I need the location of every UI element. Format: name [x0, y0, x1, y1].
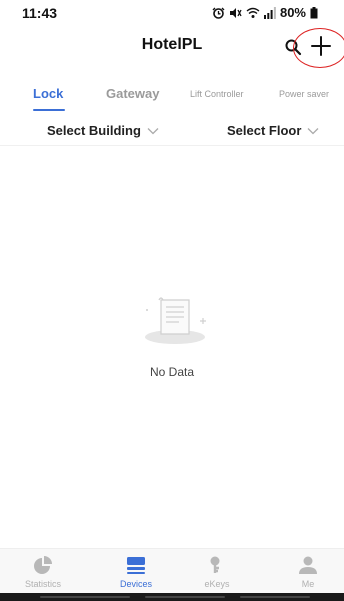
- status-bar: 11:43 80%: [0, 0, 344, 26]
- select-building-dropdown[interactable]: Select Building: [47, 123, 159, 138]
- nav-item-statistics[interactable]: Statistics: [3, 555, 83, 589]
- nav-item-me[interactable]: Me: [268, 555, 344, 589]
- nav-label: eKeys: [204, 579, 230, 589]
- wifi-icon: [246, 7, 260, 18]
- device-type-tabs: Lock Gateway Lift Controller Power saver: [0, 78, 344, 112]
- battery-icon: [310, 6, 318, 18]
- person-icon: [299, 556, 317, 574]
- search-icon[interactable]: [284, 38, 302, 56]
- battery-percent: 80%: [279, 5, 306, 20]
- system-icons: 80%: [212, 5, 318, 20]
- tab-power-saver[interactable]: Power saver: [279, 89, 329, 99]
- nav-item-devices[interactable]: Devices: [96, 555, 176, 589]
- pie-chart-icon: [34, 556, 52, 574]
- tab-gateway[interactable]: Gateway: [106, 86, 159, 101]
- bottom-nav: Statistics Devices eKeys Me: [0, 548, 344, 593]
- empty-state: No Data: [0, 292, 344, 392]
- filter-bar: Select Building Select Floor: [0, 118, 344, 146]
- system-navigation-bar: [0, 593, 344, 601]
- status-time: 11:43: [22, 5, 58, 21]
- no-data-text: No Data: [149, 365, 195, 379]
- nav-label: Statistics: [24, 579, 61, 589]
- select-floor-dropdown[interactable]: Select Floor: [227, 123, 319, 138]
- key-icon: [210, 556, 220, 573]
- signal-icon: [263, 6, 276, 19]
- active-tab-indicator: [33, 109, 65, 111]
- nav-label: Devices: [119, 579, 152, 589]
- select-floor-label: Select Floor: [227, 123, 302, 138]
- mute-icon: [229, 7, 242, 18]
- nav-item-ekeys[interactable]: eKeys: [177, 555, 257, 589]
- tab-lock[interactable]: Lock: [33, 86, 63, 101]
- alarm-icon: [212, 7, 225, 19]
- gesture-segment: [40, 596, 130, 598]
- chevron-down-icon: [307, 127, 319, 134]
- chevron-down-icon: [147, 127, 159, 134]
- select-building-label: Select Building: [47, 123, 141, 138]
- app-bar: HotelPL: [0, 28, 344, 68]
- gesture-segment: [240, 596, 310, 598]
- tab-lift-controller[interactable]: Lift Controller: [190, 89, 244, 99]
- add-icon[interactable]: [309, 34, 333, 58]
- empty-document-icon: [145, 297, 206, 344]
- nav-label: Me: [301, 579, 315, 589]
- devices-icon: [127, 557, 145, 574]
- gesture-segment: [145, 596, 225, 598]
